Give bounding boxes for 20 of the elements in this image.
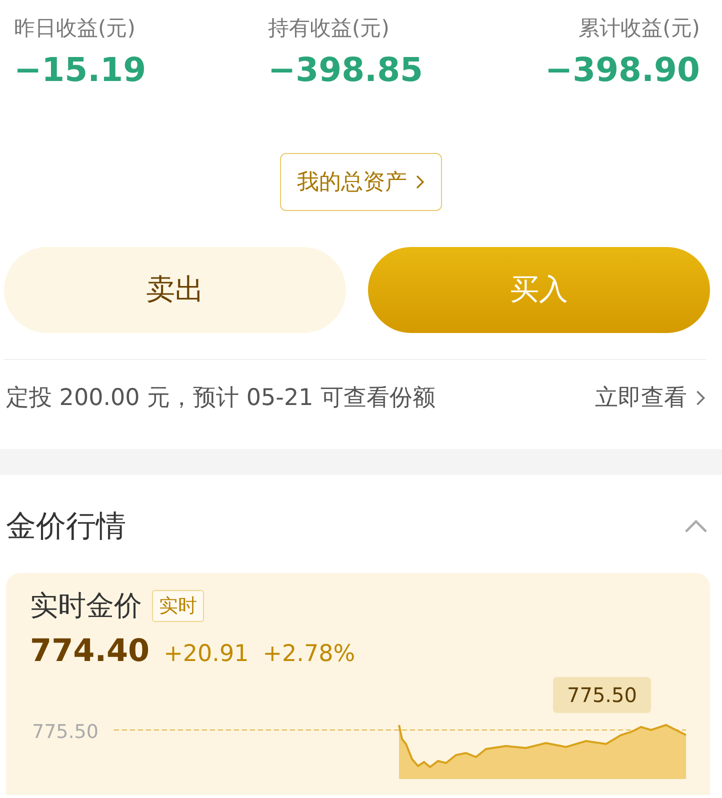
chevron-right-icon [415,174,425,190]
total-assets-button[interactable]: 我的总资产 [280,153,442,211]
stat-value: −15.19 [14,50,146,89]
stat-label: 昨日收益(元) [14,15,136,42]
stat-label: 持有收益(元) [268,15,390,42]
current-price: 774.40 [30,633,150,669]
view-now-link[interactable]: 立即查看 [595,382,706,413]
auto-invest-text: 定投 200.00 元，预计 05-21 可查看份额 [6,384,436,413]
collapse-chevron-icon[interactable] [684,520,708,532]
axis-label: 775.50 [32,721,98,743]
stat-value: −398.85 [268,50,424,89]
price-change: +20.91 [164,641,249,667]
price-change-percent: +2.78% [262,641,356,667]
stat-value: −398.90 [544,50,700,89]
live-badge: 实时 [152,590,204,622]
stat-label: 累计收益(元) [578,15,700,42]
section-title: 金价行情 [6,508,126,546]
price-tooltip: 775.50 [553,677,651,713]
card-title: 实时金价 [30,588,142,624]
sell-button[interactable]: 卖出 [4,247,346,333]
